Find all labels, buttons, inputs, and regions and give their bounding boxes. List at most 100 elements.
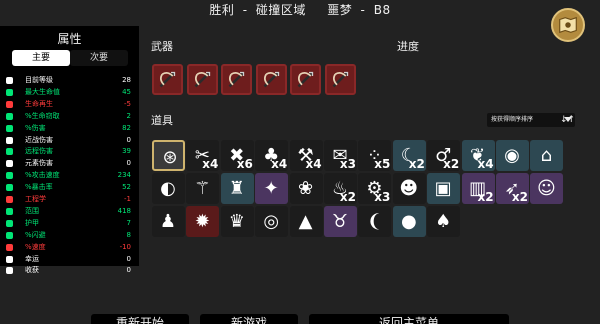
- item-slot[interactable]: ❦ x4: [461, 140, 495, 171]
- weapon-slot[interactable]: [255, 64, 287, 95]
- ranged-icon: [6, 148, 13, 156]
- stat-value: 8: [126, 230, 131, 239]
- stat-value: -1: [124, 195, 131, 203]
- stat-label: %攻击速度: [25, 171, 60, 180]
- item-slot[interactable]: ◉: [496, 140, 529, 171]
- run-summary-screen: 胜利 - 碰撞区域 噩梦 - B8 属性 主要 次要 目前等级 28 最大生命值 45…: [0, 0, 600, 324]
- item-slot[interactable]: ▥ x2: [461, 173, 495, 204]
- item-slot[interactable]: ▲: [289, 206, 323, 237]
- map-button[interactable]: [551, 8, 585, 42]
- engineering-icon: [6, 196, 13, 203]
- item-slot[interactable]: ◎: [255, 206, 289, 237]
- stat-row[interactable]: 幸运 0: [6, 254, 133, 265]
- item-slot[interactable]: ◐: [152, 173, 185, 204]
- item-count: x2: [477, 190, 494, 204]
- item-slot[interactable]: ♨ x2: [324, 173, 357, 204]
- sort-order-button[interactable]: ↓↑: [560, 113, 575, 127]
- damage-icon: [6, 124, 13, 132]
- item-slot[interactable]: ☾ x2: [392, 140, 426, 171]
- stat-row[interactable]: 近战伤害 0: [6, 135, 133, 146]
- item-slot[interactable]: ⊛: [152, 140, 185, 171]
- item-slot[interactable]: ⚙ x3: [358, 173, 392, 204]
- stat-value: 418: [117, 206, 131, 215]
- item-slot[interactable]: ✉ x3: [324, 140, 357, 171]
- stat-row[interactable]: 目前等级 28: [6, 75, 133, 86]
- stat-row[interactable]: 最大生命值 45: [6, 87, 133, 98]
- item-slot[interactable]: ✂ x4: [186, 140, 220, 171]
- stat-row[interactable]: 范围 418: [6, 206, 133, 217]
- item-slot[interactable]: ➶ x2: [496, 173, 529, 204]
- speed-icon: [6, 243, 13, 251]
- difficulty-text: 噩梦: [327, 3, 353, 17]
- crossbow-icon: [263, 71, 279, 88]
- stat-row[interactable]: %暴击率 52: [6, 182, 133, 193]
- crossbow-icon: [297, 71, 314, 88]
- stat-value: 0: [126, 266, 131, 275]
- luck-icon: [6, 255, 13, 263]
- attack-speed-icon: [6, 172, 13, 180]
- reaper-icon: ⚚: [194, 177, 211, 199]
- item-slot[interactable]: ♠: [427, 206, 461, 237]
- stat-row[interactable]: %生命窃取 2: [6, 111, 133, 122]
- item-slot[interactable]: ❀: [289, 173, 323, 204]
- stat-value: 2: [126, 111, 131, 120]
- item-slot[interactable]: ☺: [530, 173, 564, 204]
- new-run-button[interactable]: 新游戏: [200, 314, 298, 324]
- item-slot[interactable]: ♣ x4: [255, 140, 289, 171]
- weapon-slot[interactable]: [324, 64, 356, 95]
- weapon-slot[interactable]: [152, 64, 183, 95]
- orb-icon: ◉: [504, 144, 520, 166]
- item-slot[interactable]: ▣: [427, 173, 461, 204]
- stat-label: 远程伤害: [25, 147, 53, 156]
- item-count: x4: [271, 157, 288, 171]
- robot-icon: ♟: [159, 210, 177, 232]
- regen-icon: [6, 100, 13, 108]
- crossbow-icon: [159, 71, 176, 88]
- stat-row[interactable]: %攻击速度 234: [6, 170, 133, 181]
- stat-row[interactable]: %速度 -10: [6, 242, 133, 253]
- item-count: x5: [374, 157, 391, 171]
- fort-icon: ⌂: [540, 144, 553, 166]
- tab-primary[interactable]: 主要: [12, 50, 70, 66]
- stat-row[interactable]: 护甲 7: [6, 218, 133, 229]
- armor-icon: [6, 219, 13, 227]
- bunny-icon: ❀: [298, 177, 314, 199]
- item-slot[interactable]: ❨: [358, 206, 392, 237]
- stat-label: %闪避: [25, 230, 46, 239]
- item-slot[interactable]: ✖ x6: [220, 140, 254, 171]
- item-slot[interactable]: ✹: [186, 206, 220, 237]
- item-slot[interactable]: ⚚: [186, 173, 220, 204]
- level-icon: [6, 77, 13, 84]
- item-slot[interactable]: ♟: [152, 206, 185, 237]
- cape-icon: ♜: [228, 177, 245, 199]
- tab-secondary[interactable]: 次要: [70, 50, 128, 66]
- stat-row[interactable]: 生命再生 -5: [6, 99, 133, 110]
- stat-row[interactable]: %伤害 82: [6, 123, 133, 134]
- weapon-slot[interactable]: [290, 64, 321, 95]
- chest-icon: ▣: [434, 177, 452, 199]
- stat-label: 近战伤害: [25, 135, 53, 144]
- main-menu-button[interactable]: 返回主菜单: [309, 314, 509, 324]
- item-slot[interactable]: ⌂: [530, 140, 564, 171]
- item-slot[interactable]: ♛: [220, 206, 254, 237]
- restart-button[interactable]: 重新开始: [91, 314, 189, 324]
- item-slot[interactable]: ⚒ x4: [289, 140, 323, 171]
- item-slot[interactable]: ●: [392, 206, 426, 237]
- weapon-slot[interactable]: [221, 64, 252, 95]
- stat-row[interactable]: 收获 0: [6, 265, 133, 276]
- stat-row[interactable]: 工程学 -1: [6, 194, 133, 205]
- weapon-slot[interactable]: [186, 64, 218, 95]
- item-slot[interactable]: ♜: [220, 173, 254, 204]
- header-sep1: -: [242, 3, 248, 17]
- melee-icon: [6, 136, 13, 144]
- stat-row[interactable]: 远程伤害 39: [6, 146, 133, 157]
- item-slot[interactable]: ☻: [392, 173, 426, 204]
- item-slot[interactable]: ♂ x2: [427, 140, 461, 171]
- stat-label: 护甲: [25, 218, 39, 227]
- stat-row[interactable]: 元素伤害 0: [6, 158, 133, 169]
- item-slot[interactable]: ⁘ x5: [358, 140, 392, 171]
- mushroom-icon: ♠: [435, 210, 452, 232]
- stat-row[interactable]: %闪避 8: [6, 230, 133, 241]
- item-slot[interactable]: ✦: [255, 173, 289, 204]
- item-slot[interactable]: ♉: [324, 206, 357, 237]
